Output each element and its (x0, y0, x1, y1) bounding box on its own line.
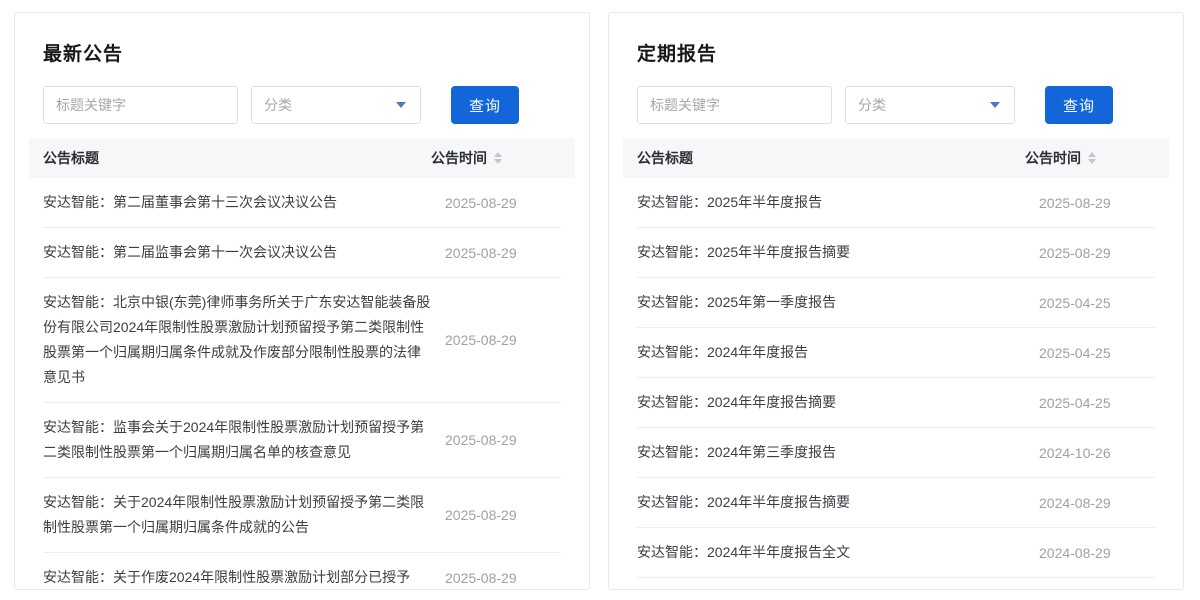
query-button[interactable]: 查询 (451, 86, 519, 124)
announcement-date: 2025-08-29 (445, 245, 561, 261)
table-row[interactable]: 安达智能：2024年年度报告 2025-04-25 (637, 328, 1155, 378)
chevron-down-icon (396, 102, 406, 108)
panel: 最新公告 分类 查询 公告标题 公告时间 安达智能：第二届董事会 (14, 12, 590, 590)
table-body: 安达智能：2025年半年度报告 2025-08-29 安达智能：2025年半年度… (623, 178, 1169, 578)
table-row[interactable]: 安达智能：2024年第三季度报告 2024-10-26 (637, 428, 1155, 478)
table-row[interactable]: 安达智能：第二届监事会第十一次会议决议公告 2025-08-29 (43, 228, 561, 278)
sort-icon[interactable] (1088, 152, 1096, 164)
announcement-date: 2025-04-25 (1039, 295, 1155, 311)
announcement-title[interactable]: 安达智能：关于作废2024年限制性股票激励计划部分已授予 (43, 565, 445, 590)
announcement-title[interactable]: 安达智能：监事会关于2024年限制性股票激励计划预留授予第二类限制性股票第一个归… (43, 415, 445, 465)
announcement-date: 2025-08-29 (445, 195, 561, 211)
announcement-date: 2025-08-29 (445, 507, 561, 523)
panel-title: 最新公告 (43, 43, 561, 67)
table-row[interactable]: 安达智能：2024年年度报告摘要 2025-04-25 (637, 378, 1155, 428)
announcement-title[interactable]: 安达智能：2024年年度报告摘要 (637, 390, 1039, 415)
sort-icon[interactable] (494, 152, 502, 164)
caret-up-icon (494, 152, 502, 157)
table-row[interactable]: 安达智能：2024年半年度报告全文 2024-08-29 (637, 528, 1155, 578)
table-row[interactable]: 安达智能：关于2024年限制性股票激励计划预留授予第二类限制性股票第一个归属期归… (43, 478, 561, 553)
table-body: 安达智能：第二届董事会第十三次会议决议公告 2025-08-29 安达智能：第二… (29, 178, 575, 590)
announcement-title[interactable]: 安达智能：2025年半年度报告 (637, 190, 1039, 215)
column-header-date-label: 公告时间 (431, 148, 487, 168)
table-row[interactable]: 安达智能：北京中银(东莞)律师事务所关于广东安达智能装备股份有限公司2024年限… (43, 278, 561, 403)
table-row[interactable]: 安达智能：监事会关于2024年限制性股票激励计划预留授予第二类限制性股票第一个归… (43, 403, 561, 478)
chevron-down-icon (990, 102, 1000, 108)
panel-title: 定期报告 (637, 43, 1155, 67)
announcement-title[interactable]: 安达智能：北京中银(东莞)律师事务所关于广东安达智能装备股份有限公司2024年限… (43, 290, 445, 390)
column-header-date[interactable]: 公告时间 (431, 148, 561, 168)
query-button[interactable]: 查询 (1045, 86, 1113, 124)
panel: 定期报告 分类 查询 公告标题 公告时间 安达智能：2025年半 (608, 12, 1184, 590)
announcement-title[interactable]: 安达智能：第二届董事会第十三次会议决议公告 (43, 190, 445, 215)
announcement-title[interactable]: 安达智能：第二届监事会第十一次会议决议公告 (43, 240, 445, 265)
caret-up-icon (1088, 152, 1096, 157)
announcement-title[interactable]: 安达智能：关于2024年限制性股票激励计划预留授予第二类限制性股票第一个归属期归… (43, 490, 445, 540)
caret-down-icon (494, 159, 502, 164)
keyword-input[interactable] (637, 86, 832, 124)
announcement-title[interactable]: 安达智能：2024年半年度报告摘要 (637, 490, 1039, 515)
table-header: 公告标题 公告时间 (623, 138, 1169, 178)
announcement-date: 2025-08-29 (445, 432, 561, 448)
announcement-title[interactable]: 安达智能：2025年半年度报告摘要 (637, 240, 1039, 265)
table-row[interactable]: 安达智能：关于作废2024年限制性股票激励计划部分已授予 2025-08-29 (43, 553, 561, 590)
filter-bar: 分类 查询 (43, 86, 561, 124)
column-header-title: 公告标题 (637, 148, 1025, 168)
table-row[interactable]: 安达智能：2025年半年度报告摘要 2025-08-29 (637, 228, 1155, 278)
announcement-date: 2025-04-25 (1039, 395, 1155, 411)
category-select[interactable]: 分类 (845, 86, 1015, 124)
table-row[interactable]: 安达智能：2025年半年度报告 2025-08-29 (637, 178, 1155, 228)
table-row[interactable]: 安达智能：第二届董事会第十三次会议决议公告 2025-08-29 (43, 178, 561, 228)
announcement-table: 公告标题 公告时间 安达智能：2025年半年度报告 2025-08-29 安达智… (623, 138, 1169, 578)
category-select-placeholder: 分类 (858, 95, 886, 115)
table-header: 公告标题 公告时间 (29, 138, 575, 178)
table-row[interactable]: 安达智能：2025年第一季度报告 2025-04-25 (637, 278, 1155, 328)
category-select-placeholder: 分类 (264, 95, 292, 115)
filter-bar: 分类 查询 (637, 86, 1155, 124)
announcement-date: 2024-08-29 (1039, 495, 1155, 511)
announcement-title[interactable]: 安达智能：2024年年度报告 (637, 340, 1039, 365)
announcement-date: 2025-04-25 (1039, 345, 1155, 361)
announcement-date: 2025-08-29 (1039, 195, 1155, 211)
announcement-date: 2024-08-29 (1039, 545, 1155, 561)
announcement-date: 2024-10-26 (1039, 445, 1155, 461)
column-header-title: 公告标题 (43, 148, 431, 168)
announcement-table: 公告标题 公告时间 安达智能：第二届董事会第十三次会议决议公告 2025-08-… (29, 138, 575, 590)
caret-down-icon (1088, 159, 1096, 164)
announcement-date: 2025-08-29 (445, 332, 561, 348)
column-header-date[interactable]: 公告时间 (1025, 148, 1155, 168)
table-row[interactable]: 安达智能：2024年半年度报告摘要 2024-08-29 (637, 478, 1155, 528)
announcement-title[interactable]: 安达智能：2024年半年度报告全文 (637, 540, 1039, 565)
keyword-input[interactable] (43, 86, 238, 124)
column-header-date-label: 公告时间 (1025, 148, 1081, 168)
announcement-boards: 最新公告 分类 查询 公告标题 公告时间 安达智能：第二届董事会 (0, 0, 1200, 590)
announcement-title[interactable]: 安达智能：2025年第一季度报告 (637, 290, 1039, 315)
announcement-date: 2025-08-29 (1039, 245, 1155, 261)
announcement-title[interactable]: 安达智能：2024年第三季度报告 (637, 440, 1039, 465)
category-select[interactable]: 分类 (251, 86, 421, 124)
announcement-date: 2025-08-29 (445, 570, 561, 586)
